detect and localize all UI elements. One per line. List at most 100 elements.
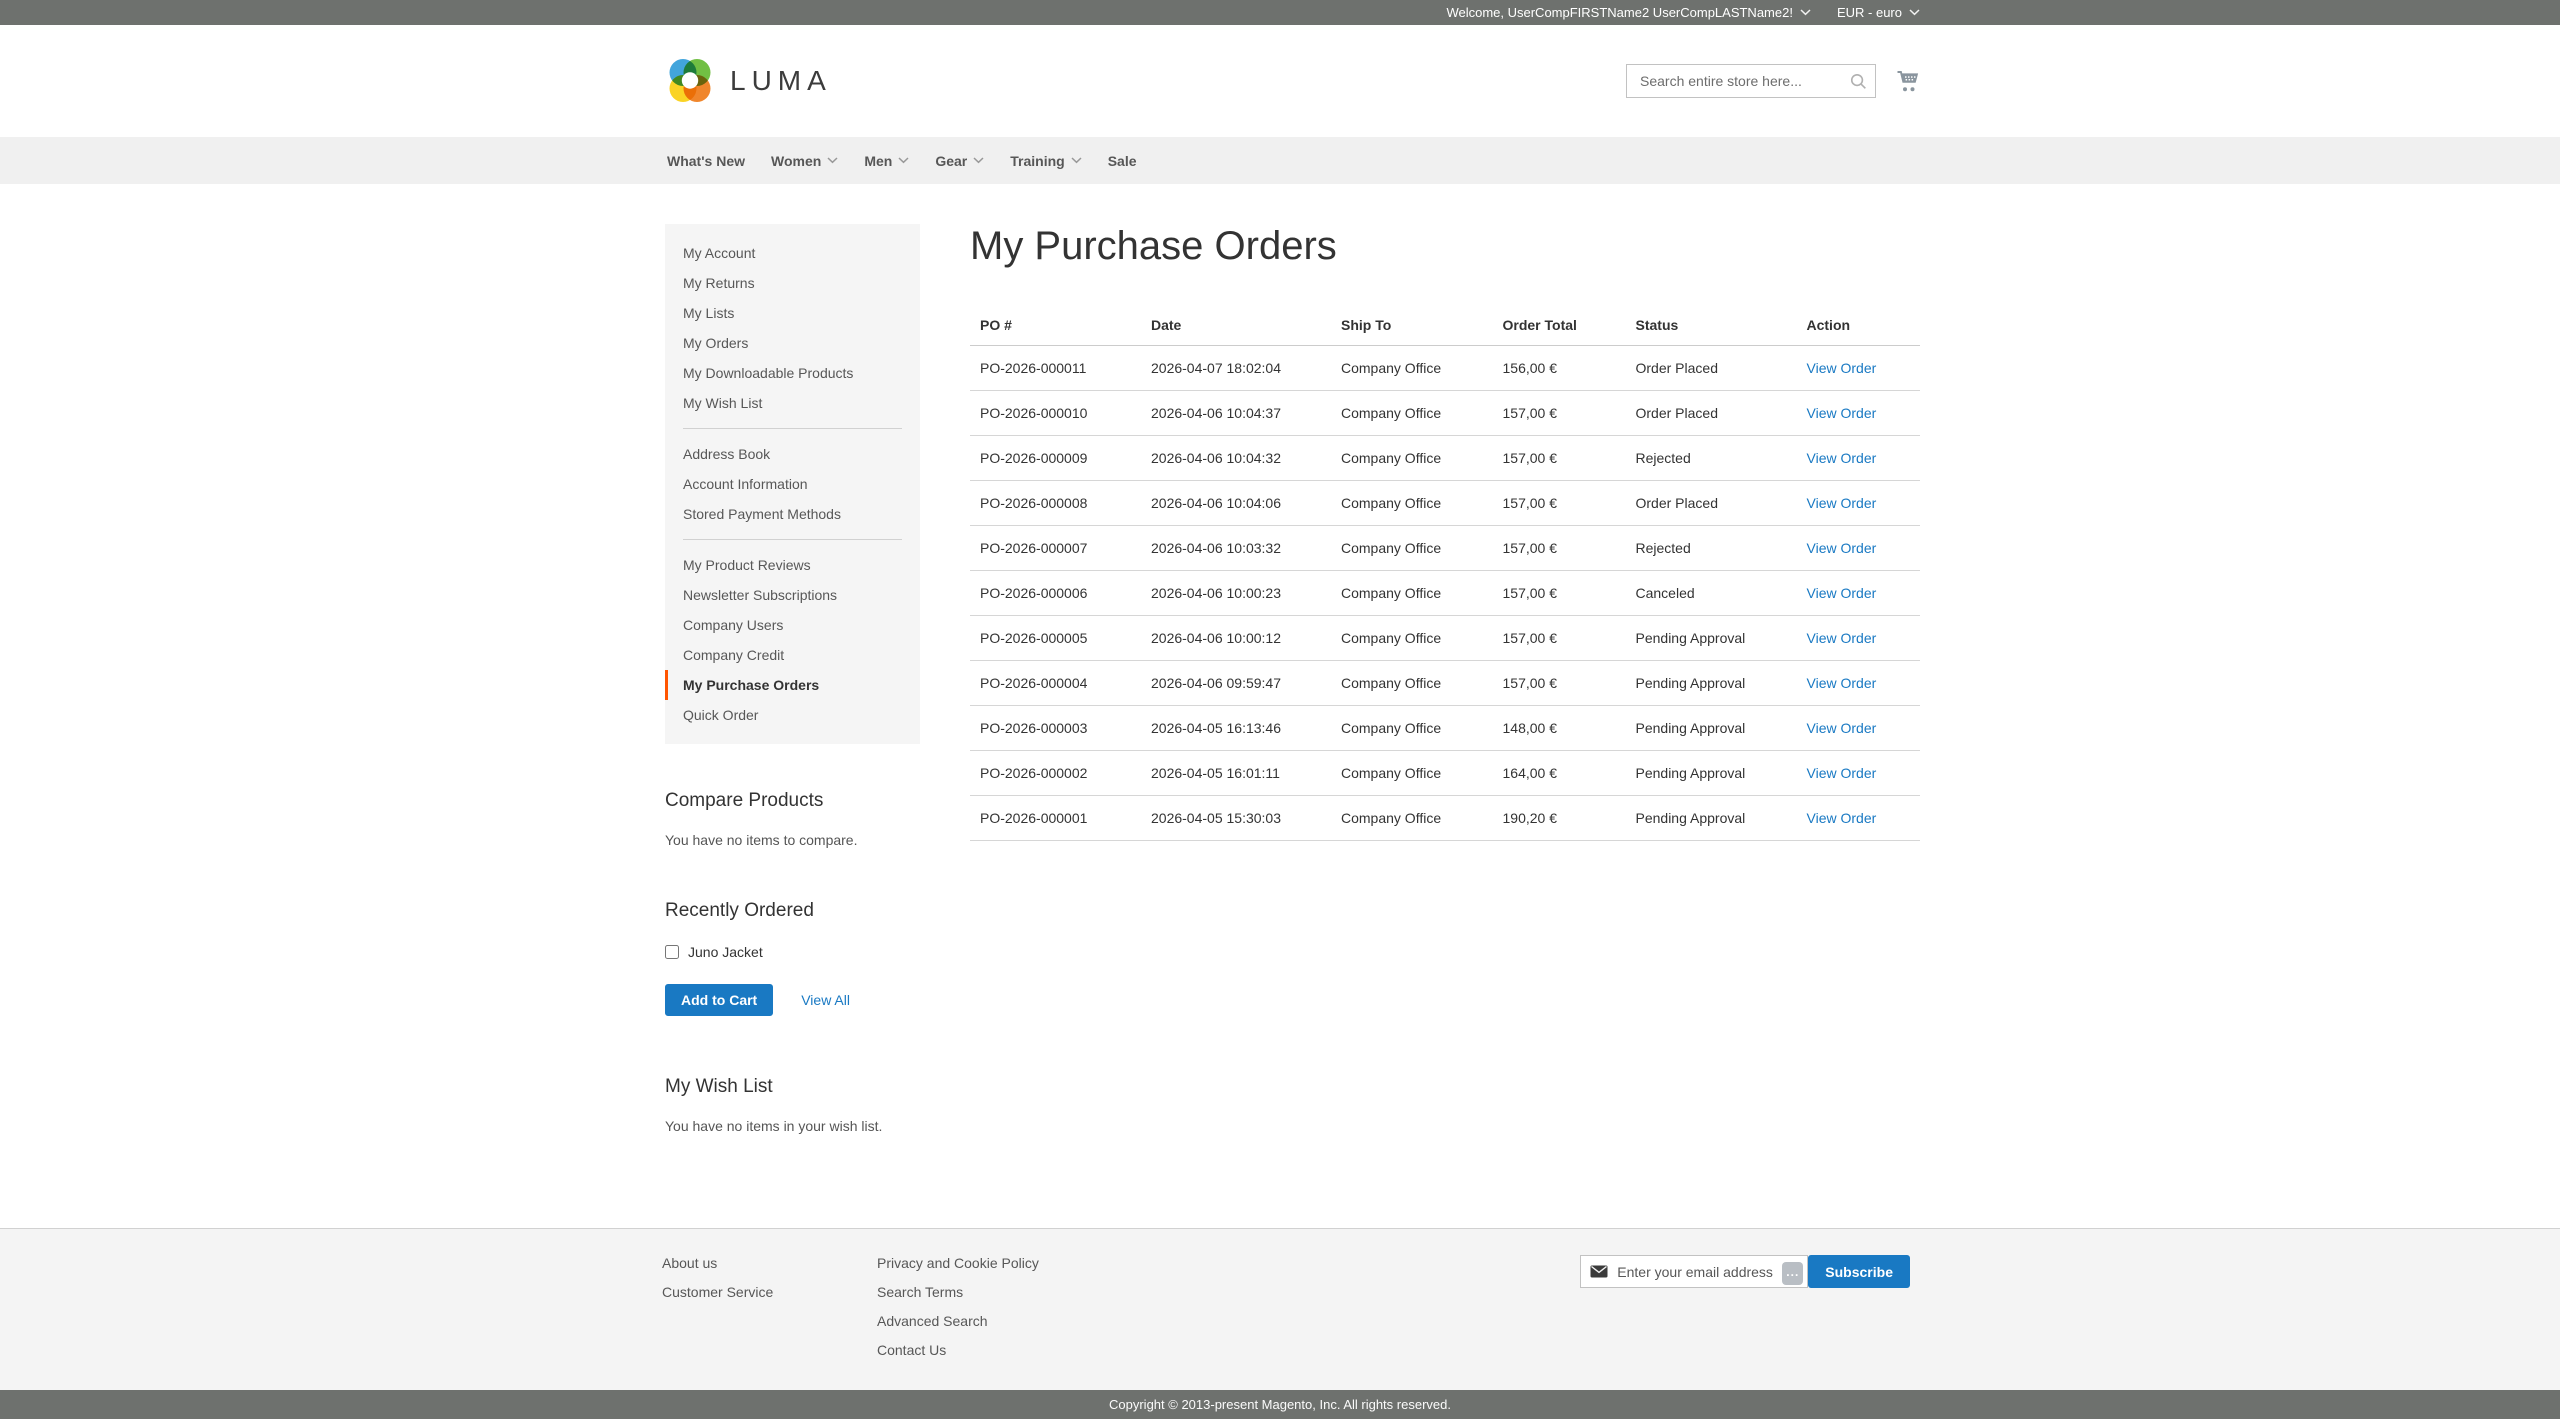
chevron-down-icon [1909, 9, 1920, 16]
date-cell: 2026-04-05 16:13:46 [1141, 706, 1331, 751]
sidebar-item-my-downloadable-products[interactable]: My Downloadable Products [665, 358, 920, 388]
view-order-link[interactable]: View Order [1807, 540, 1877, 556]
view-order-link[interactable]: View Order [1807, 405, 1877, 421]
chevron-down-icon [1071, 157, 1082, 164]
sidebar-divider [683, 428, 902, 429]
main-nav: What's New Women Men Gear Training Sale [0, 137, 2560, 184]
table-row: PO-2026-000011 2026-04-07 18:02:04 Compa… [970, 346, 1920, 391]
sidebar-item-my-returns[interactable]: My Returns [665, 268, 920, 298]
footer-link-contact-us[interactable]: Contact Us [877, 1342, 1039, 1358]
footer-link-customer-service[interactable]: Customer Service [662, 1284, 877, 1300]
po-cell: PO-2026-000006 [970, 571, 1141, 616]
subscribe-button[interactable]: Subscribe [1808, 1255, 1910, 1288]
sidebar-item-my-lists[interactable]: My Lists [665, 298, 920, 328]
ship-to-cell: Company Office [1331, 706, 1493, 751]
footer-link-advanced-search[interactable]: Advanced Search [877, 1313, 1039, 1329]
view-order-link[interactable]: View Order [1807, 720, 1877, 736]
ship-to-cell: Company Office [1331, 436, 1493, 481]
date-cell: 2026-04-05 15:30:03 [1141, 796, 1331, 841]
date-cell: 2026-04-06 10:04:32 [1141, 436, 1331, 481]
sidebar-item-newsletter-subscriptions[interactable]: Newsletter Subscriptions [665, 580, 920, 610]
account-nav: My Account My Returns My Lists My Orders… [665, 224, 920, 744]
date-cell: 2026-04-06 10:04:37 [1141, 391, 1331, 436]
currency-label: EUR - euro [1837, 5, 1902, 20]
sidebar-item-my-product-reviews[interactable]: My Product Reviews [665, 550, 920, 580]
sidebar-item-my-orders[interactable]: My Orders [665, 328, 920, 358]
view-order-link[interactable]: View Order [1807, 810, 1877, 826]
page-body: My Account My Returns My Lists My Orders… [0, 184, 2560, 1228]
order-total-cell: 190,20 € [1493, 796, 1626, 841]
view-order-link[interactable]: View Order [1807, 585, 1877, 601]
sidebar-item-my-wish-list[interactable]: My Wish List [665, 388, 920, 418]
search-box [1626, 64, 1876, 98]
currency-switcher[interactable]: EUR - euro [1837, 5, 1920, 20]
chevron-down-icon [898, 157, 909, 164]
cart-icon[interactable] [1896, 70, 1920, 93]
sidebar-item-company-users[interactable]: Company Users [665, 610, 920, 640]
envelope-icon [1590, 1265, 1608, 1278]
po-cell: PO-2026-000003 [970, 706, 1141, 751]
chevron-down-icon [1800, 9, 1811, 16]
view-order-link[interactable]: View Order [1807, 630, 1877, 646]
recently-ordered-item: Juno Jacket [665, 944, 920, 960]
page-title: My Purchase Orders [970, 224, 1920, 269]
store-logo[interactable]: LUMA [665, 56, 832, 106]
sidebar-item-account-information[interactable]: Account Information [665, 469, 920, 499]
date-cell: 2026-04-06 10:04:06 [1141, 481, 1331, 526]
site-footer: About us Customer Service Privacy and Co… [0, 1228, 2560, 1390]
po-cell: PO-2026-000007 [970, 526, 1141, 571]
sidebar-item-company-credit[interactable]: Company Credit [665, 640, 920, 670]
table-row: PO-2026-000009 2026-04-06 10:04:32 Compa… [970, 436, 1920, 481]
search-input[interactable] [1626, 64, 1876, 98]
po-cell: PO-2026-000010 [970, 391, 1141, 436]
ship-to-cell: Company Office [1331, 391, 1493, 436]
order-total-cell: 157,00 € [1493, 481, 1626, 526]
date-cell: 2026-04-06 09:59:47 [1141, 661, 1331, 706]
recently-ordered-item-label[interactable]: Juno Jacket [688, 944, 763, 960]
nav-item-men[interactable]: Men [851, 137, 922, 184]
footer-link-search-terms[interactable]: Search Terms [877, 1284, 1039, 1300]
nav-item-whats-new[interactable]: What's New [654, 137, 758, 184]
view-all-link[interactable]: View All [801, 992, 850, 1008]
status-cell: Pending Approval [1626, 661, 1797, 706]
sidebar-item-stored-payment-methods[interactable]: Stored Payment Methods [665, 499, 920, 529]
col-header-po: PO # [970, 305, 1141, 346]
sidebar-item-my-purchase-orders[interactable]: My Purchase Orders [665, 670, 920, 700]
sidebar-item-address-book[interactable]: Address Book [665, 439, 920, 469]
wishlist-empty-text: You have no items in your wish list. [665, 1118, 920, 1134]
status-cell: Order Placed [1626, 481, 1797, 526]
recently-ordered-checkbox[interactable] [665, 945, 679, 959]
status-cell: Pending Approval [1626, 796, 1797, 841]
table-row: PO-2026-000007 2026-04-06 10:03:32 Compa… [970, 526, 1920, 571]
top-panel: Welcome, UserCompFIRSTName2 UserCompLAST… [0, 0, 2560, 25]
status-cell: Rejected [1626, 526, 1797, 571]
search-icon[interactable] [1849, 72, 1868, 91]
customer-welcome-menu[interactable]: Welcome, UserCompFIRSTName2 UserCompLAST… [1446, 5, 1811, 20]
add-to-cart-button[interactable]: Add to Cart [665, 984, 773, 1016]
view-order-link[interactable]: View Order [1807, 450, 1877, 466]
view-order-link[interactable]: View Order [1807, 765, 1877, 781]
logo-text: LUMA [730, 65, 832, 97]
ship-to-cell: Company Office [1331, 571, 1493, 616]
newsletter-email-input[interactable] [1615, 1256, 1807, 1287]
ship-to-cell: Company Office [1331, 346, 1493, 391]
nav-item-training[interactable]: Training [997, 137, 1094, 184]
sidebar-item-my-account[interactable]: My Account [665, 238, 920, 268]
order-total-cell: 156,00 € [1493, 346, 1626, 391]
view-order-link[interactable]: View Order [1807, 360, 1877, 376]
nav-item-women[interactable]: Women [758, 137, 851, 184]
sidebar-item-quick-order[interactable]: Quick Order [665, 700, 920, 730]
table-row: PO-2026-000005 2026-04-06 10:00:12 Compa… [970, 616, 1920, 661]
chevron-down-icon [973, 157, 984, 164]
nav-item-sale[interactable]: Sale [1095, 137, 1150, 184]
footer-link-privacy-policy[interactable]: Privacy and Cookie Policy [877, 1255, 1039, 1271]
status-cell: Order Placed [1626, 391, 1797, 436]
nav-item-gear[interactable]: Gear [922, 137, 997, 184]
wishlist-block: My Wish List You have no items in your w… [665, 1076, 920, 1134]
view-order-link[interactable]: View Order [1807, 675, 1877, 691]
order-total-cell: 148,00 € [1493, 706, 1626, 751]
footer-link-about-us[interactable]: About us [662, 1255, 877, 1271]
status-cell: Pending Approval [1626, 616, 1797, 661]
order-total-cell: 157,00 € [1493, 661, 1626, 706]
view-order-link[interactable]: View Order [1807, 495, 1877, 511]
